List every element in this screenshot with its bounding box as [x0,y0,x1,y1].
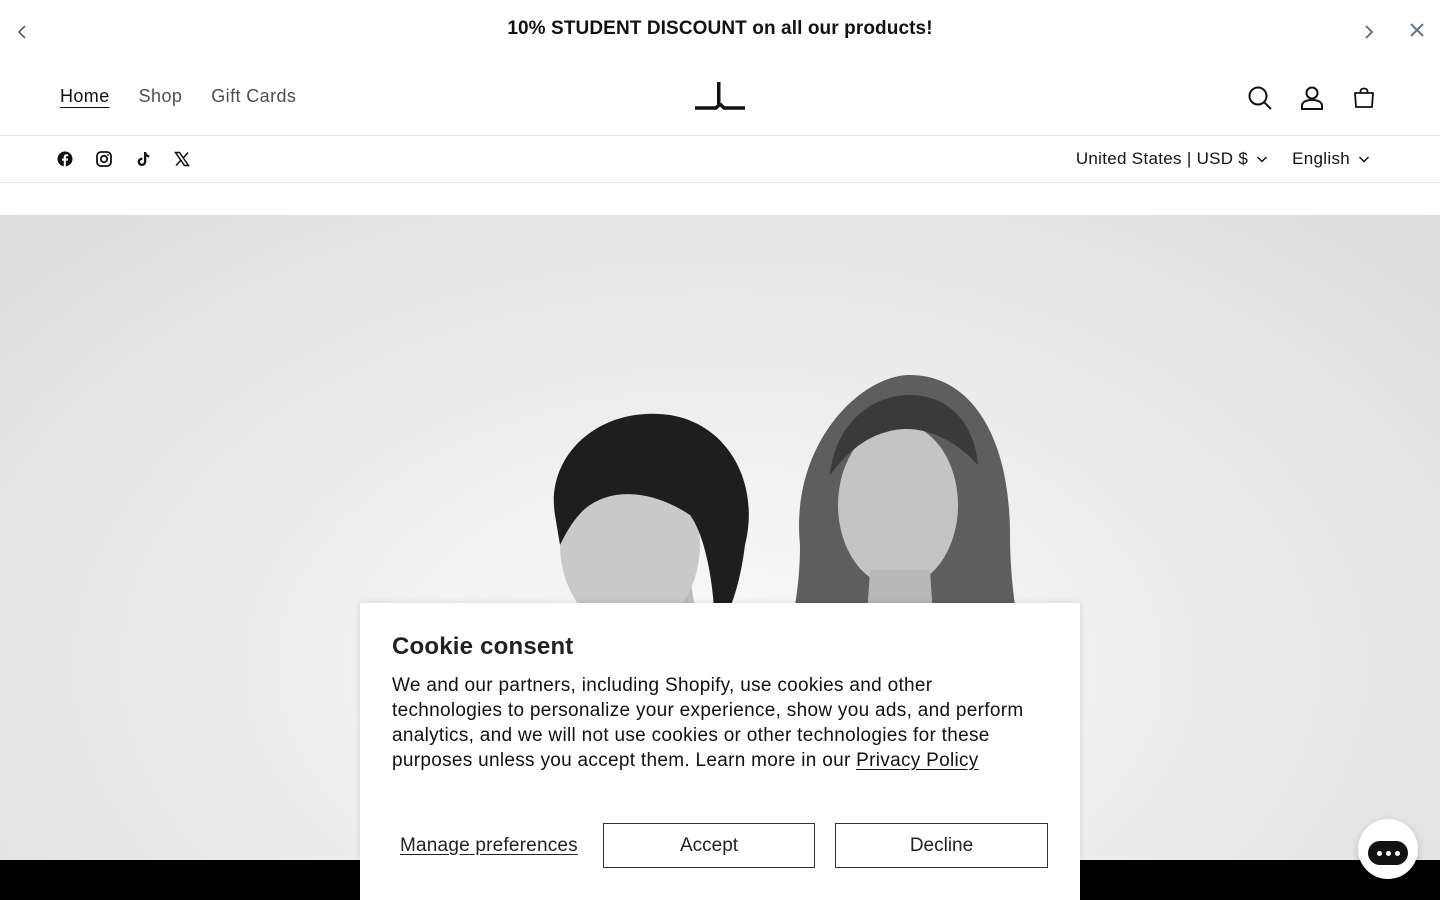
announcement-text: 10% STUDENT DISCOUNT on all our products… [507,18,933,39]
utility-bar: United States | USD $ English [0,137,1440,183]
chevron-down-icon [1358,156,1370,163]
chevron-right-icon [1365,25,1374,39]
cart-button[interactable] [1348,82,1380,114]
manage-preferences-link[interactable]: Manage preferences [400,835,578,857]
chat-dot [1394,850,1400,856]
facebook-link[interactable] [55,149,75,169]
search-icon [1248,86,1272,110]
search-button[interactable] [1244,82,1276,114]
tiktok-link[interactable] [133,149,153,169]
close-icon [1410,23,1424,37]
nav-home[interactable]: Home [60,86,110,107]
instagram-link[interactable] [94,149,114,169]
nav-shop[interactable]: Shop [139,86,183,107]
facebook-icon [57,151,73,167]
site-header: Home Shop Gift Cards [0,60,1440,136]
country-selector[interactable]: United States | USD $ [1076,149,1268,169]
tiktok-icon [137,152,150,166]
locale-selectors: United States | USD $ English [1076,149,1370,169]
social-links [55,149,192,169]
cookie-actions: Manage preferences Accept Decline [392,823,1048,868]
announcement-close-button[interactable] [1405,18,1429,42]
cookie-consent-dialog: Cookie consent We and our partners, incl… [360,603,1080,900]
x-icon [174,151,190,167]
cookie-body: We and our partners, including Shopify, … [392,673,1048,773]
chat-icon [1368,841,1408,865]
logo-mark [695,82,745,110]
accept-button[interactable]: Accept [603,823,815,868]
cart-icon [1354,87,1374,108]
country-value: United States | USD $ [1075,149,1249,168]
chat-dot [1376,850,1382,856]
chevron-down-icon [1257,156,1268,163]
nav-gift-cards[interactable]: Gift Cards [211,86,296,107]
brand-logo[interactable] [694,82,746,112]
chat-dot [1385,850,1391,856]
chat-launcher-button[interactable] [1358,819,1418,879]
decline-button[interactable]: Decline [835,823,1048,868]
main-nav: Home Shop Gift Cards [60,86,296,107]
privacy-policy-link[interactable]: Privacy Policy [856,750,978,771]
language-value: English [1292,149,1350,168]
account-icon [1301,86,1323,110]
cookie-title: Cookie consent [392,633,574,660]
announcement-bar: 10% STUDENT DISCOUNT on all our products… [0,0,1440,60]
language-selector[interactable]: English [1292,149,1370,169]
instagram-icon [96,151,112,167]
account-button[interactable] [1296,82,1328,114]
header-actions [1244,82,1380,114]
x-link[interactable] [172,149,192,169]
announcement-next-button[interactable] [1357,20,1381,44]
